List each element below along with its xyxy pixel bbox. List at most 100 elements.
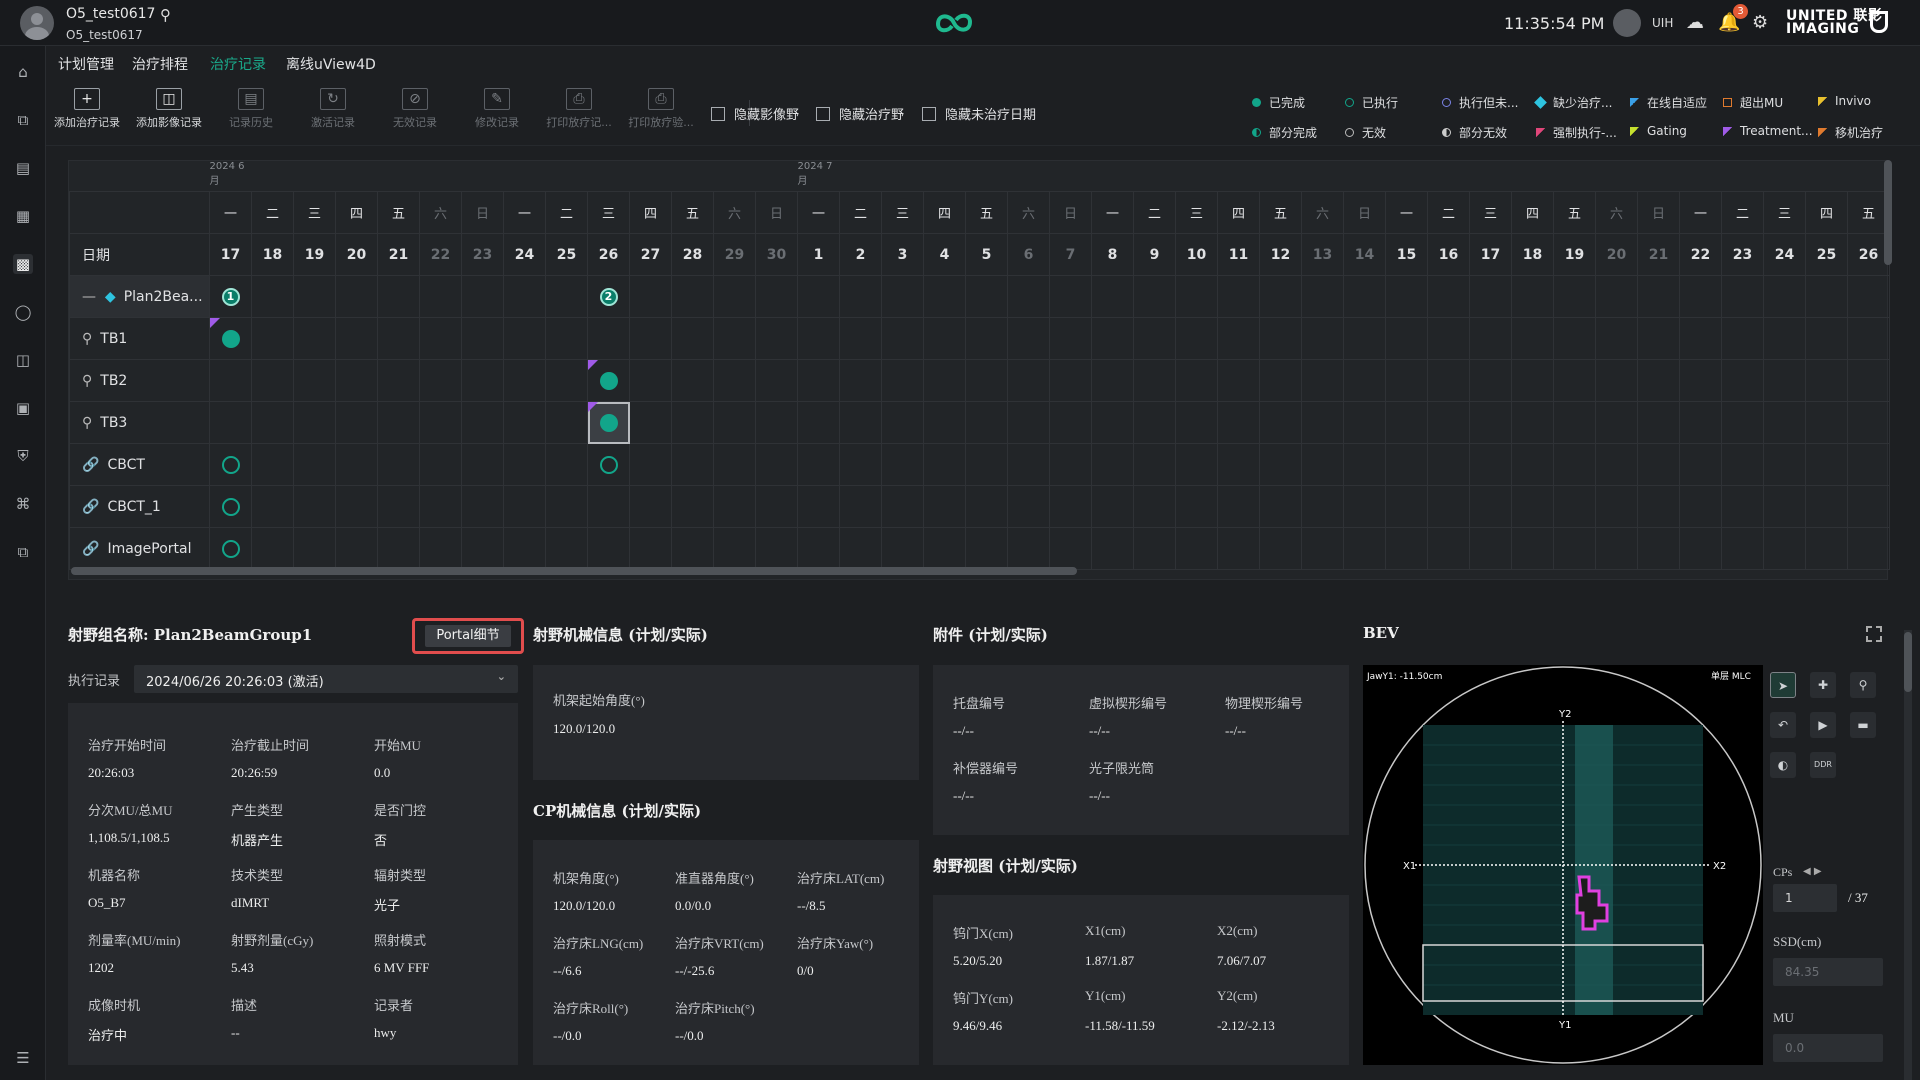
calendar-cell[interactable] [251,527,294,570]
calendar-cell[interactable] [587,359,630,402]
executed-marker[interactable] [221,539,240,558]
calendar-cell[interactable] [1805,359,1848,402]
day-header[interactable]: 1 [797,233,840,276]
calendar-cell[interactable] [419,401,462,444]
calendar-cell[interactable] [1217,317,1260,360]
calendar-cell[interactable] [1259,485,1302,528]
calendar-cell[interactable] [1679,359,1722,402]
calendar-cell[interactable] [1511,485,1554,528]
calendar-cell[interactable] [755,275,798,318]
user-avatar[interactable] [20,6,54,40]
day-header[interactable]: 6 [1007,233,1050,276]
calendar-cell[interactable] [1091,275,1134,318]
plan-icon[interactable]: ▤ [13,158,33,178]
records-icon[interactable]: ▩ [13,254,33,274]
calendar-cell[interactable] [293,359,336,402]
calendar-cell[interactable] [629,359,672,402]
calendar-cell[interactable] [1721,401,1764,444]
day-header[interactable]: 30 [755,233,798,276]
calendar-cell[interactable] [1763,527,1806,570]
calendar-cell[interactable] [1763,443,1806,486]
calendar-cell[interactable] [461,443,504,486]
day-header[interactable]: 3 [881,233,924,276]
calendar-cell[interactable] [1511,401,1554,444]
calendar-cell[interactable] [1385,401,1428,444]
calendar-cell[interactable] [335,275,378,318]
calendar-cell[interactable] [545,275,588,318]
calendar-cell[interactable] [335,485,378,528]
calendar-cell[interactable] [1679,317,1722,360]
calendar-cell[interactable] [839,401,882,444]
calendar-cell[interactable] [1301,527,1344,570]
day-header[interactable]: 15 [1385,233,1428,276]
calendar-cell[interactable] [881,443,924,486]
calendar-cell[interactable] [1007,443,1050,486]
calendar-cell[interactable] [1217,443,1260,486]
devices-icon[interactable]: ⧉ [13,542,33,562]
calendar-cell[interactable] [1469,275,1512,318]
calendar-cell[interactable] [1343,275,1386,318]
calendar-cell[interactable] [965,443,1008,486]
calendar-cell[interactable] [1553,359,1596,402]
calendar-cell[interactable] [209,527,252,570]
calendar-cell[interactable] [1175,527,1218,570]
calendar-cell[interactable] [1637,527,1680,570]
calendar-cell[interactable] [713,359,756,402]
calendar-cell[interactable] [1175,485,1218,528]
calendar-vertical-scrollbar[interactable] [1884,160,1892,265]
calendar-cell[interactable] [1385,317,1428,360]
apps-icon[interactable]: ⌘ [13,494,33,514]
calendar-cell[interactable] [1091,317,1134,360]
day-header[interactable]: 20 [335,233,378,276]
day-header[interactable]: 24 [503,233,546,276]
calendar-cell[interactable] [377,275,420,318]
calendar-cell[interactable] [545,359,588,402]
menu-collapse-icon[interactable]: ☰ [13,1048,33,1068]
calendar-cell[interactable] [587,401,630,444]
patients-icon[interactable]: ⧉ [13,110,33,130]
calendar-cell[interactable] [293,527,336,570]
calendar-cell[interactable] [755,359,798,402]
window-level-icon[interactable]: ◐ [1770,752,1796,778]
calendar-cell[interactable] [1595,443,1638,486]
calendar-cell[interactable] [1427,401,1470,444]
day-header[interactable]: 18 [1511,233,1554,276]
calendar-cell[interactable] [1763,401,1806,444]
calendar-cell[interactable] [419,443,462,486]
calendar-cell[interactable] [671,443,714,486]
calendar-cell[interactable] [461,401,504,444]
calendar-cell[interactable] [1427,527,1470,570]
calendar-cell[interactable] [1259,359,1302,402]
fullscreen-icon[interactable] [1866,626,1882,642]
calendar-cell[interactable] [335,527,378,570]
calendar-cell[interactable] [1175,317,1218,360]
calendar-cell[interactable] [1553,443,1596,486]
pointer-tool-icon[interactable]: ➤ [1770,672,1796,698]
menu-offline-uview4d[interactable]: 离线uView4D [286,54,376,74]
calendar-cell[interactable] [1427,317,1470,360]
calendar-cell[interactable] [1385,275,1428,318]
day-header[interactable]: 2 [839,233,882,276]
calendar-cell[interactable] [1133,485,1176,528]
calendar-cell[interactable] [1427,359,1470,402]
calendar-cell[interactable] [923,317,966,360]
day-header[interactable]: 19 [1553,233,1596,276]
calendar-cell[interactable] [1217,527,1260,570]
calendar-cell[interactable] [1637,443,1680,486]
calendar-cell[interactable] [1133,317,1176,360]
calendar-cell[interactable] [923,275,966,318]
row-label[interactable]: 🔗 ImagePortal [69,527,210,570]
calendar-cell[interactable] [1595,485,1638,528]
calendar-cell[interactable] [713,401,756,444]
qa-icon[interactable]: ▣ [13,398,33,418]
calendar-cell[interactable] [1301,401,1344,444]
crosshair-tool-icon[interactable]: ✚ [1810,672,1836,698]
completed-marker[interactable] [221,329,240,348]
calendar-cell[interactable] [671,275,714,318]
calendar-cell[interactable] [1091,401,1134,444]
calendar-cell[interactable] [293,443,336,486]
calendar-cell[interactable] [1721,359,1764,402]
calendar-cell[interactable] [1133,527,1176,570]
print-record-button[interactable]: ⎙ 打印放疗记... [538,82,620,142]
exec-record-select[interactable]: 2024/06/26 20:26:03 (激活) ⌄ [134,665,518,693]
